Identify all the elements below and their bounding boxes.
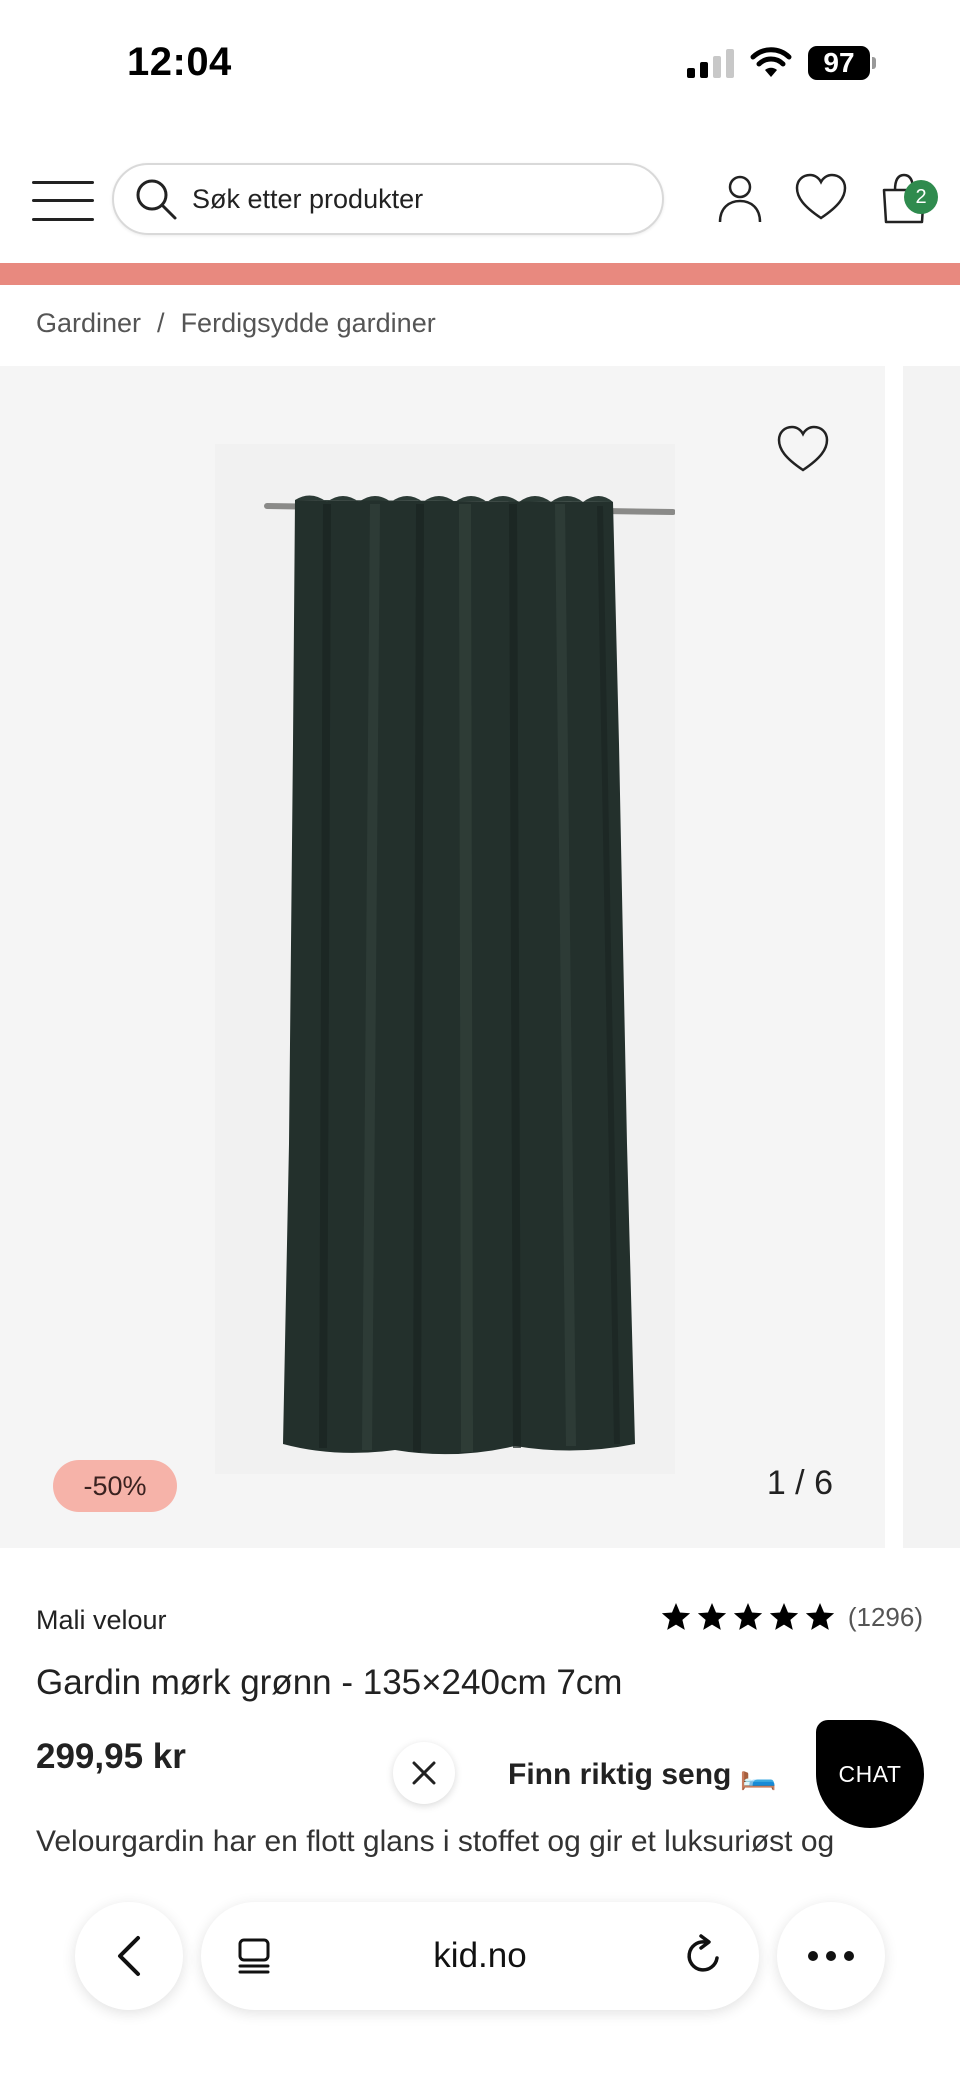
reload-icon[interactable]	[681, 1934, 725, 1978]
image-counter: 1 / 6	[766, 1464, 833, 1502]
chevron-left-icon	[118, 1936, 140, 1976]
status-bar: 12:04 97	[0, 0, 960, 130]
chat-teaser-text[interactable]: Finn riktig seng 🛏️	[508, 1757, 777, 1792]
product-image-gallery[interactable]: -50% 1 / 6	[0, 366, 885, 1548]
promo-bar	[0, 263, 960, 285]
account-icon[interactable]	[712, 170, 768, 226]
breadcrumb-link-ferdigsydde-gardiner[interactable]: Ferdigsydde gardiner	[181, 308, 436, 339]
rating-stars	[660, 1601, 836, 1633]
browser-more-button[interactable]	[777, 1902, 885, 2010]
breadcrumb-link-gardiner[interactable]: Gardiner	[36, 308, 141, 339]
cellular-signal-icon	[687, 48, 734, 78]
status-icons: 97	[687, 46, 876, 80]
chat-teaser-close-button[interactable]	[393, 1742, 455, 1804]
wifi-icon	[750, 47, 792, 77]
status-time: 12:04	[127, 40, 232, 84]
product-description: Velourgardin har en flott glans i stoffe…	[36, 1825, 835, 1858]
cart-count-badge: 2	[904, 180, 938, 214]
search-input[interactable]	[192, 183, 632, 215]
wishlist-heart-icon[interactable]	[793, 170, 849, 226]
star-icon	[733, 1603, 762, 1630]
chat-button[interactable]: CHAT	[816, 1720, 924, 1828]
address-bar-url: kid.no	[433, 1936, 527, 1975]
star-icon	[805, 1603, 834, 1630]
search-icon	[136, 179, 177, 220]
search-bar[interactable]	[112, 163, 664, 235]
close-icon	[412, 1761, 436, 1785]
next-image-peek[interactable]	[903, 366, 960, 1548]
site-header: 2	[0, 150, 960, 260]
address-bar[interactable]: kid.no	[201, 1902, 759, 2010]
hamburger-menu-icon[interactable]	[32, 178, 94, 224]
star-icon	[769, 1603, 798, 1630]
product-rating[interactable]: (1296)	[660, 1601, 923, 1633]
star-icon	[697, 1603, 726, 1630]
product-brand[interactable]: Mali velour	[36, 1605, 167, 1636]
star-icon	[661, 1603, 690, 1630]
add-to-wishlist-heart-icon[interactable]	[775, 424, 831, 474]
breadcrumb-separator: /	[157, 308, 165, 338]
battery-level: 97	[808, 46, 870, 80]
product-title: Gardin mørk grønn - 135×240cm 7cm	[36, 1663, 623, 1702]
breadcrumb: Gardiner / Ferdigsydde gardiner	[36, 308, 436, 339]
cart-button[interactable]: 2	[876, 170, 938, 226]
discount-badge: -50%	[53, 1460, 177, 1512]
rating-count: (1296)	[847, 1601, 923, 1632]
browser-back-button[interactable]	[75, 1902, 183, 2010]
more-dots-icon	[808, 1951, 854, 1961]
battery-icon: 97	[808, 46, 876, 80]
product-price: 299,95 kr	[36, 1737, 186, 1776]
browser-toolbar: kid.no	[0, 1862, 960, 2081]
product-image	[215, 444, 676, 1474]
